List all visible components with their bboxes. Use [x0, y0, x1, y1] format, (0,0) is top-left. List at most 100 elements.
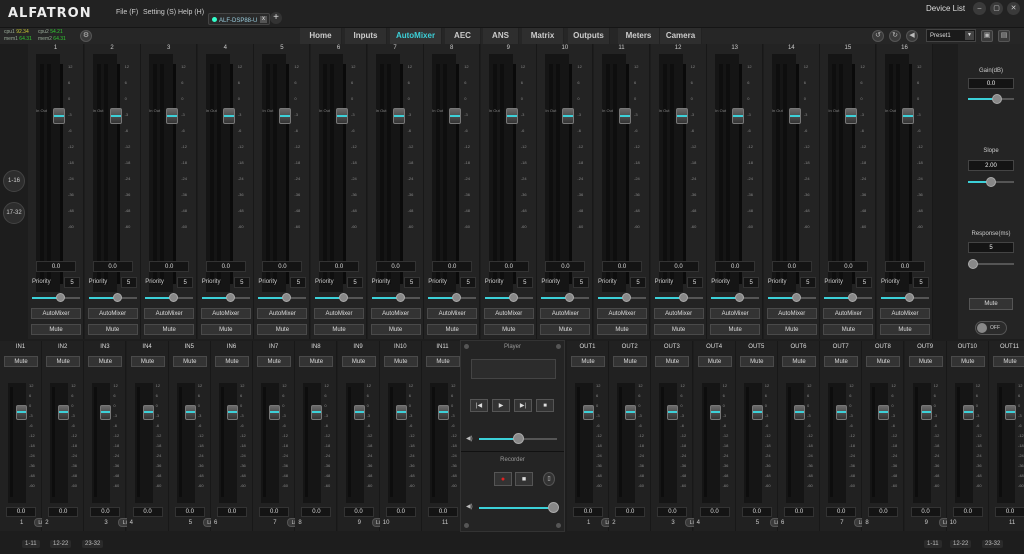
- gain-value[interactable]: 0.0: [573, 507, 603, 517]
- fader-handle[interactable]: [311, 405, 323, 420]
- mute-button[interactable]: Mute: [88, 356, 123, 367]
- output-page-12-22[interactable]: 12-22: [950, 540, 972, 548]
- mute-button[interactable]: Mute: [880, 324, 930, 335]
- close-tab-icon[interactable]: x: [260, 16, 267, 23]
- fader-track[interactable]: [343, 64, 346, 284]
- gain-value[interactable]: 0.0: [259, 507, 290, 517]
- priority-value[interactable]: 5: [177, 277, 194, 288]
- gain-value[interactable]: 0.0: [657, 507, 688, 517]
- fader-handle[interactable]: [625, 405, 637, 420]
- recorder-volume-handle[interactable]: [548, 502, 560, 513]
- fader-handle[interactable]: [836, 405, 848, 420]
- fader-handle[interactable]: [353, 405, 365, 420]
- priority-slider-handle[interactable]: [905, 293, 914, 302]
- mute-button[interactable]: Mute: [597, 324, 647, 335]
- mute-button[interactable]: Mute: [370, 324, 421, 335]
- fader-handle[interactable]: [279, 108, 292, 124]
- priority-value[interactable]: 5: [630, 277, 646, 288]
- priority-slider-handle[interactable]: [848, 293, 858, 302]
- mute-button[interactable]: Mute: [427, 324, 478, 335]
- fader-track[interactable]: [739, 64, 743, 284]
- automixer-button[interactable]: AutoMixer: [427, 308, 478, 319]
- add-tab-button[interactable]: +: [270, 12, 282, 24]
- automixer-button[interactable]: AutoMixer: [87, 308, 138, 319]
- fader-handle[interactable]: [794, 405, 805, 420]
- priority-slider-handle[interactable]: [282, 293, 292, 302]
- next-button[interactable]: ▶|: [514, 399, 532, 412]
- automixer-button[interactable]: AutoMixer: [766, 308, 817, 319]
- mute-button[interactable]: Mute: [200, 324, 251, 335]
- preset-select[interactable]: Preset1 ▼: [926, 29, 976, 42]
- fader-handle[interactable]: [788, 108, 801, 124]
- gain-value[interactable]: 0.0: [952, 507, 983, 517]
- slope-slider-handle[interactable]: [986, 177, 996, 187]
- record-button[interactable]: ●: [494, 472, 512, 486]
- tab-aec[interactable]: AEC: [445, 28, 481, 44]
- automixer-button[interactable]: AutoMixer: [257, 308, 308, 319]
- priority-value[interactable]: 5: [64, 277, 80, 288]
- tab-ans[interactable]: ANS: [483, 28, 519, 44]
- minimize-icon[interactable]: –: [973, 2, 986, 15]
- automixer-button[interactable]: AutoMixer: [314, 308, 364, 319]
- gain-value[interactable]: 0.0: [174, 507, 205, 517]
- gain-value[interactable]: 0.0: [319, 261, 359, 272]
- tab-inputs[interactable]: Inputs: [345, 28, 387, 44]
- fader-handle[interactable]: [675, 108, 688, 124]
- fader-track[interactable]: [852, 64, 856, 284]
- priority-value[interactable]: 5: [573, 277, 590, 288]
- fader-track[interactable]: [229, 64, 233, 284]
- device-list-title[interactable]: Device List: [926, 4, 965, 13]
- gain-value[interactable]: 0.0: [699, 507, 730, 517]
- fader-handle[interactable]: [667, 405, 679, 420]
- fader-handle[interactable]: [962, 405, 974, 420]
- mute-button[interactable]: Mute: [697, 356, 732, 367]
- priority-slider-handle[interactable]: [678, 293, 688, 302]
- priority-slider-handle[interactable]: [565, 293, 575, 302]
- gain-value[interactable]: 0.0: [432, 261, 473, 272]
- priority-slider-handle[interactable]: [339, 293, 348, 302]
- fader-handle[interactable]: [732, 108, 745, 124]
- mute-button[interactable]: Mute: [993, 356, 1024, 367]
- fader-track[interactable]: [60, 64, 63, 284]
- mute-button[interactable]: Mute: [908, 356, 943, 367]
- fader-track[interactable]: [286, 64, 290, 284]
- gain-value[interactable]: 0.0: [828, 261, 869, 272]
- automixer-button[interactable]: AutoMixer: [31, 308, 81, 319]
- gain-value[interactable]: 0.0: [217, 507, 247, 517]
- priority-slider-handle[interactable]: [735, 293, 745, 302]
- mute-button[interactable]: Mute: [46, 356, 81, 367]
- page-17-32-button[interactable]: 17-32: [3, 202, 25, 224]
- gain-value[interactable]: 0.0: [36, 261, 76, 272]
- mute-button[interactable]: Mute: [824, 356, 859, 367]
- gain-value[interactable]: 0.0: [375, 261, 416, 272]
- maximize-icon[interactable]: ▢: [990, 2, 1003, 15]
- priority-slider-handle[interactable]: [169, 293, 179, 302]
- mute-button[interactable]: Mute: [87, 324, 138, 335]
- mute-button[interactable]: Mute: [655, 356, 690, 367]
- fader-handle[interactable]: [920, 405, 932, 420]
- gain-value[interactable]: 0.0: [92, 261, 133, 272]
- fader-handle[interactable]: [166, 108, 179, 124]
- gain-value[interactable]: 0.0: [428, 507, 458, 517]
- panel-mute-button[interactable]: Mute: [969, 298, 1013, 310]
- gain-value[interactable]: 0.0: [262, 261, 303, 272]
- fader-track[interactable]: [626, 64, 629, 284]
- automixer-button[interactable]: AutoMixer: [653, 308, 704, 319]
- mute-button[interactable]: Mute: [215, 356, 249, 367]
- priority-value[interactable]: 5: [120, 277, 137, 288]
- priority-slider-handle[interactable]: [791, 293, 801, 302]
- gain-value[interactable]: 0.0: [885, 261, 925, 272]
- fader-track[interactable]: [512, 64, 516, 284]
- fader-track[interactable]: [173, 64, 177, 284]
- fader-handle[interactable]: [109, 108, 122, 124]
- automixer-button[interactable]: AutoMixer: [823, 308, 874, 319]
- mute-button[interactable]: Mute: [766, 324, 817, 335]
- fader-handle[interactable]: [1005, 405, 1016, 420]
- automixer-toggle[interactable]: OFF: [975, 321, 1007, 335]
- mute-button[interactable]: Mute: [4, 356, 38, 367]
- gain-value[interactable]: 0.0: [771, 261, 812, 272]
- slope-field[interactable]: 2.00: [968, 160, 1014, 171]
- fader-handle[interactable]: [619, 108, 631, 124]
- automixer-button[interactable]: AutoMixer: [597, 308, 647, 319]
- fader-handle[interactable]: [709, 405, 721, 420]
